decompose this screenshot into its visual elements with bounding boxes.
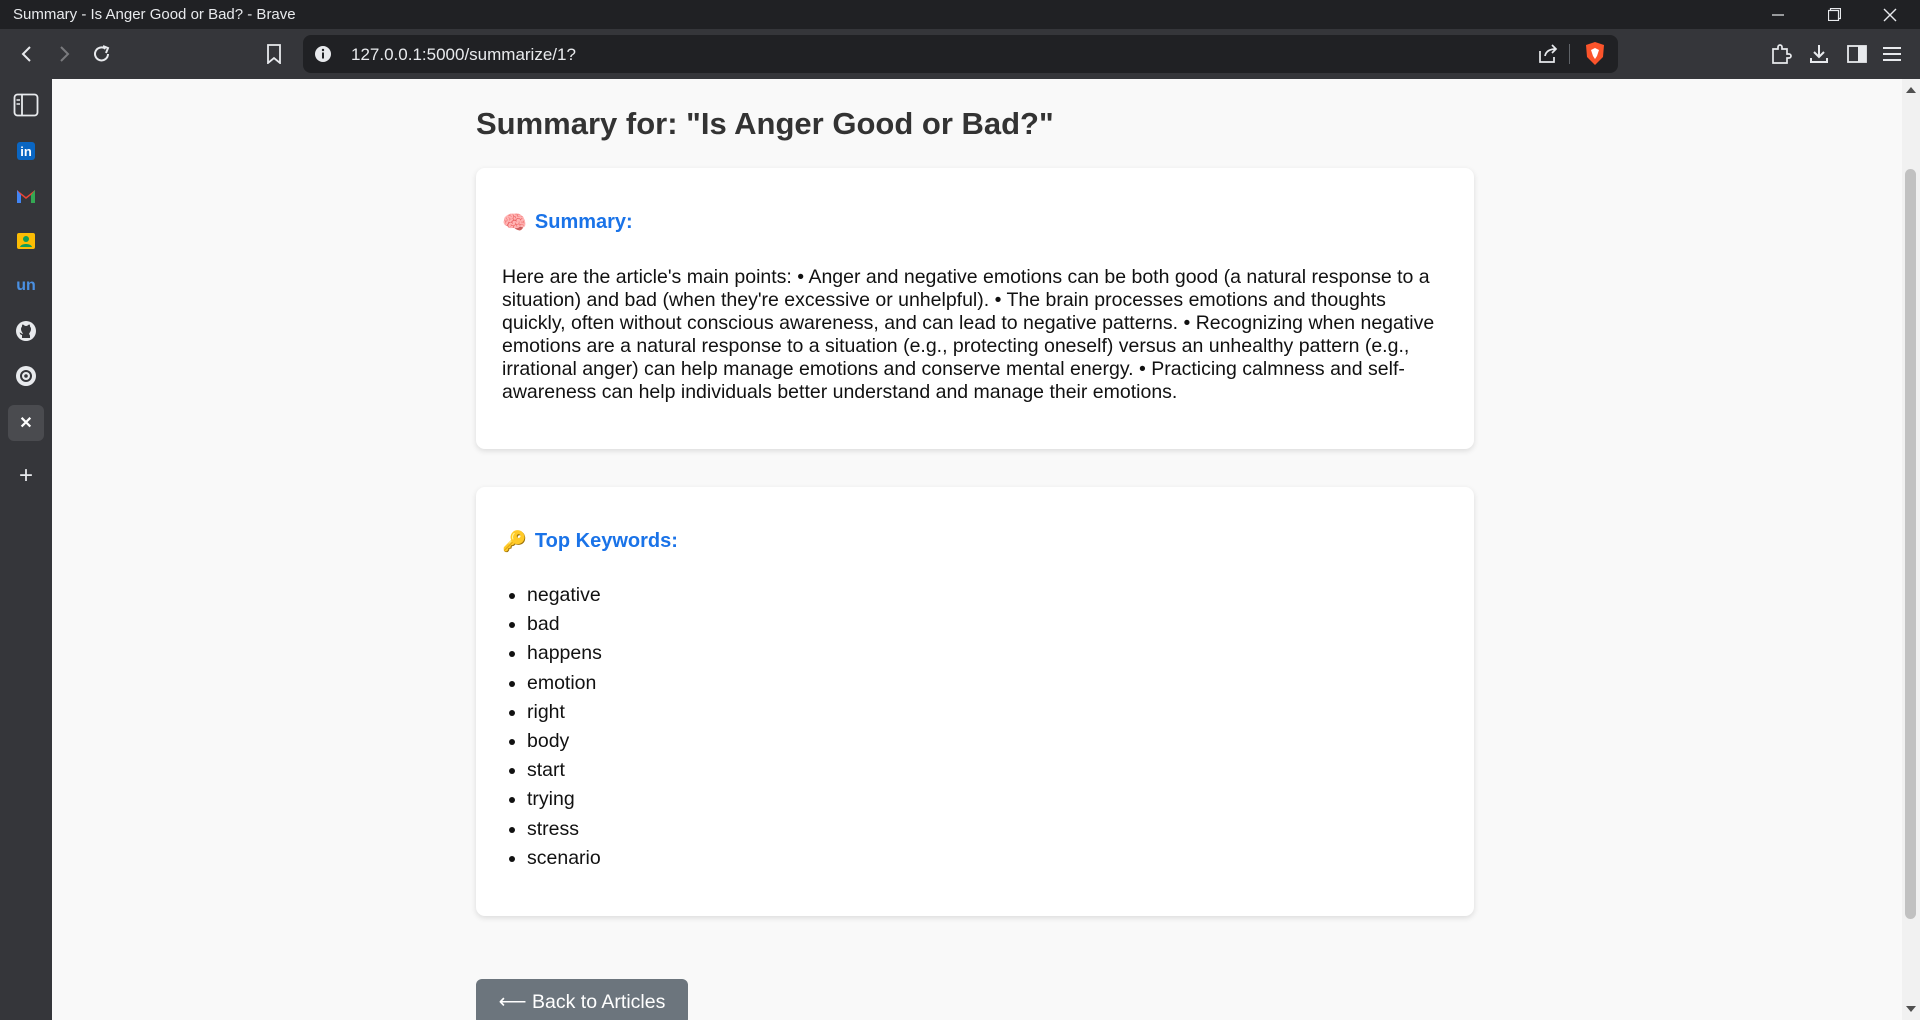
menu-button[interactable] [1876,38,1908,70]
add-icon: + [18,462,33,489]
address-bar[interactable]: 127.0.0.1:5000/summarize/1? [303,35,1618,73]
summary-card: 🧠 Summary: Here are the article's main p… [476,168,1474,449]
back-arrow-icon [21,46,31,62]
sidebar-panel-icon [13,93,39,117]
sidebar-toggle-icon [1847,45,1867,63]
brave-shields-icon [1586,42,1604,65]
sidebar-toggle-button[interactable] [1841,38,1873,70]
close-icon [1883,8,1897,21]
minimize-icon [1772,13,1784,16]
close-window-button[interactable] [1862,0,1918,29]
scrollbar-thumb[interactable] [1905,169,1916,919]
gmail-icon [17,190,35,203]
url-text[interactable]: 127.0.0.1:5000/summarize/1? [351,45,576,65]
bookmark-icon [267,44,281,64]
page-title: Summary for: "Is Anger Good or Bad?" [476,106,1054,141]
browser-sidebar: in un ✕ + [0,79,52,1020]
sidebar-item-gmail[interactable] [10,180,42,212]
sidebar-item-unstop[interactable]: un [10,270,42,302]
forward-nav-button[interactable] [48,38,80,70]
window-title: Summary - Is Anger Good or Bad? - Brave [13,6,296,23]
hamburger-menu-icon [1883,47,1901,61]
sidebar-item-contacts[interactable] [10,225,42,257]
keyword-item: negative [527,581,602,610]
sidebar-item-chatgpt[interactable] [10,360,42,392]
sidebar-item-github[interactable] [10,315,42,347]
keywords-heading-label: Top Keywords: [534,530,678,552]
sidebar-add-button[interactable]: + [10,460,42,492]
scroll-down-icon [1906,1006,1916,1012]
summary-text: Here are the article's main points: • An… [502,266,1435,403]
window-titlebar: Summary - Is Anger Good or Bad? - Brave [0,0,1920,29]
minimize-button[interactable] [1750,0,1806,29]
reload-icon [94,45,110,62]
keyword-item: emotion [527,669,602,698]
restore-icon [1827,8,1841,21]
summary-heading: 🧠 Summary: [502,210,633,235]
keyword-item: stress [527,815,602,844]
share-icon [1539,44,1558,63]
sidebar-item-linkedin[interactable]: in [10,135,42,167]
back-nav-button[interactable] [11,38,43,70]
keyword-item: trying [527,785,602,814]
download-icon [1810,45,1828,63]
puzzle-icon [1772,44,1792,64]
sidebar-item-x[interactable]: ✕ [8,405,44,441]
brain-icon: 🧠 [502,212,527,234]
keyword-item: start [527,756,602,785]
back-to-articles-button[interactable]: ⟵ Back to Articles [476,979,688,1020]
github-icon [16,321,36,341]
unstop-icon: un [16,277,36,294]
page-content: Summary for: "Is Anger Good or Bad?" 🧠 S… [52,79,1902,1020]
extensions-button[interactable] [1765,38,1797,70]
sidebar-panel-button[interactable] [10,89,42,121]
contacts-icon [17,233,35,249]
browser-toolbar: 127.0.0.1:5000/summarize/1? [0,29,1920,79]
keywords-list: negative bad happens emotion right body … [502,581,602,873]
x-icon: ✕ [19,415,33,432]
restore-button[interactable] [1806,0,1862,29]
keyword-item: happens [527,639,602,668]
keyword-item: body [527,727,602,756]
reload-button[interactable] [86,38,118,70]
bookmark-button[interactable] [258,38,290,70]
keywords-card: 🔑 Top Keywords: negative bad happens emo… [476,487,1474,916]
forward-arrow-icon [60,46,70,62]
summary-heading-label: Summary: [534,211,633,233]
page-scrollbar[interactable] [1902,79,1920,1020]
key-icon: 🔑 [502,531,527,553]
site-info-icon [315,46,331,62]
linkedin-icon: in [17,142,35,160]
chatgpt-icon [16,366,36,386]
keywords-heading: 🔑 Top Keywords: [502,529,678,554]
keyword-item: scenario [527,844,602,873]
downloads-button[interactable] [1803,38,1835,70]
keyword-item: bad [527,610,602,639]
scroll-up-icon [1906,87,1916,93]
keyword-item: right [527,698,602,727]
